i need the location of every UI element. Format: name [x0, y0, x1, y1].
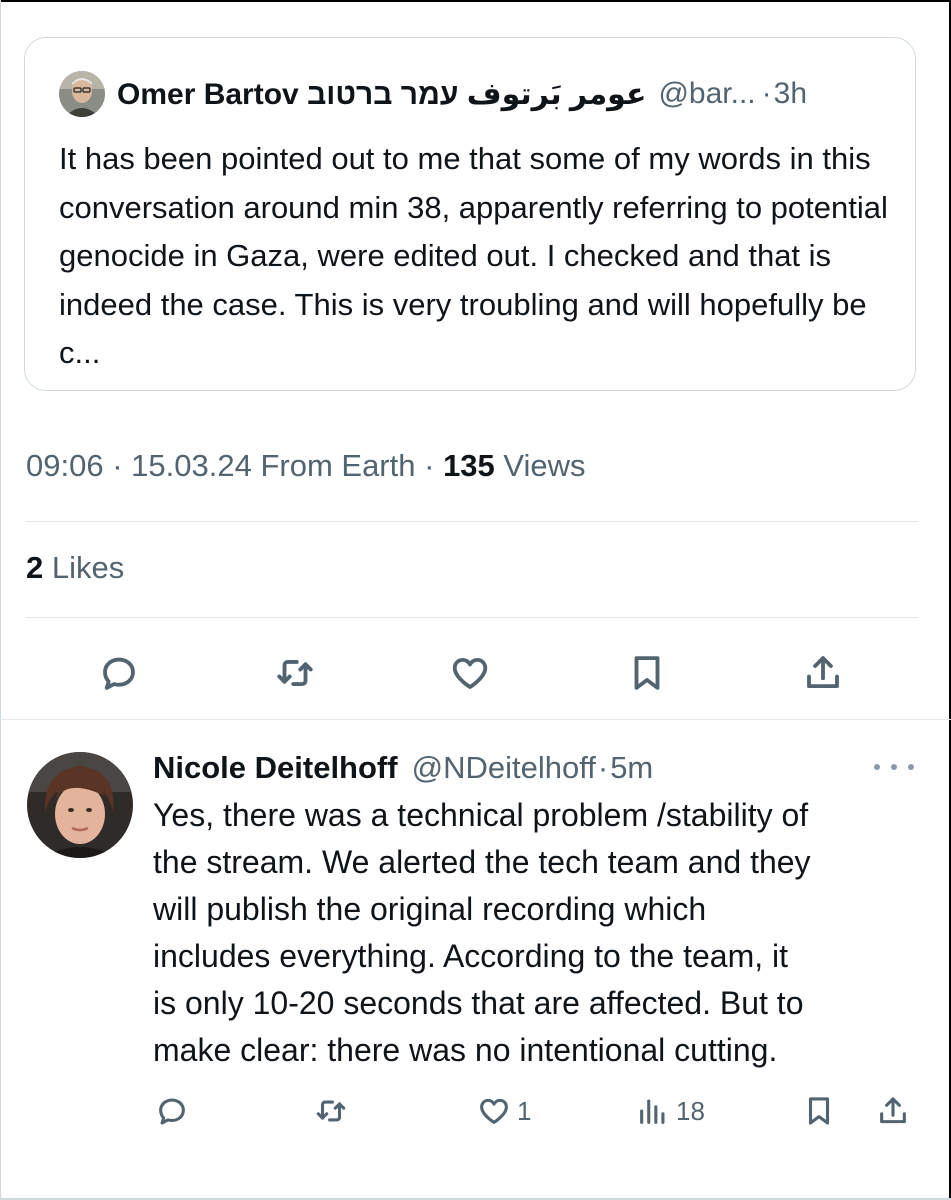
reply-author-handle[interactable]: @NDeitelhoff [412, 750, 596, 786]
quoted-tweet-text: It has been pointed out to me that some … [59, 141, 888, 370]
avatar[interactable] [59, 71, 105, 117]
bookmark-icon [808, 1097, 830, 1125]
separator-dot: · [597, 750, 609, 785]
avatar[interactable] [27, 752, 133, 858]
quoted-tweet-card[interactable]: Omer Bartov عومر بَرتوف עמר ברטוב @bar..… [24, 37, 916, 391]
reply-time[interactable]: 5m [610, 750, 653, 786]
reply-bookmark-button[interactable] [802, 1089, 836, 1133]
reply-like-count: 1 [517, 1095, 532, 1126]
reply-share-button[interactable] [876, 1089, 910, 1133]
more-options-icon[interactable] [874, 756, 914, 778]
quoted-tweet-header: Omer Bartov عومر بَرتوف עמר ברטוב @bar..… [59, 69, 807, 119]
reply-text: Yes, there was a technical problem /stab… [153, 797, 811, 1068]
likes-count: 2 [26, 550, 44, 585]
divider [26, 521, 918, 522]
reply-author-name[interactable]: Nicole Deitelhoff [153, 750, 398, 786]
reply-views-button[interactable]: 18 [636, 1089, 705, 1133]
tweet-time[interactable]: 09:06 [26, 448, 104, 483]
reply-view-count: 18 [676, 1095, 705, 1126]
tweet-source: From Earth [260, 448, 416, 483]
views-count: 135 [443, 448, 495, 483]
reply-icon [159, 1098, 185, 1125]
views-label: Views [503, 448, 586, 483]
tweet-metadata: 09:06 · 15.03.24 From Earth · 135 Views [26, 448, 586, 484]
separator-dot: · [761, 77, 772, 110]
retweet-button[interactable] [272, 650, 318, 696]
analytics-icon [640, 1099, 665, 1124]
retweet-icon [316, 1100, 346, 1122]
like-button[interactable] [447, 650, 493, 696]
divider [0, 719, 951, 720]
share-button[interactable] [800, 650, 846, 696]
bookmark-button[interactable] [624, 650, 670, 696]
reply-icon [103, 657, 135, 690]
screenshot-border-left [0, 0, 1, 1200]
quoted-author-handle[interactable]: @bar... [658, 77, 755, 111]
retweet-icon [277, 660, 313, 686]
bookmark-icon [634, 656, 660, 690]
separator-dot: · [112, 448, 123, 483]
reply-button[interactable] [96, 650, 142, 696]
heart-icon [480, 1098, 508, 1124]
reply-reply-button[interactable] [155, 1089, 189, 1133]
reply-header: Nicole Deitelhoff @NDeitelhoff · 5m [153, 746, 653, 790]
divider [26, 617, 918, 618]
heart-icon [452, 657, 488, 689]
screenshot-border-top [0, 0, 951, 2]
share-icon [880, 1097, 906, 1124]
likes-label: Likes [51, 550, 125, 585]
reply-retweet-button[interactable] [314, 1089, 348, 1133]
reply-like-button[interactable]: 1 [477, 1089, 531, 1133]
share-icon [807, 656, 839, 689]
tweet-date[interactable]: 15.03.24 [131, 448, 252, 483]
separator-dot: · [424, 448, 435, 483]
quoted-author-name[interactable]: Omer Bartov عومر بَرتوف עמר ברטוב [117, 77, 646, 112]
likes-summary[interactable]: 2 Likes [26, 550, 124, 586]
quoted-tweet-time[interactable]: 3h [774, 77, 807, 111]
